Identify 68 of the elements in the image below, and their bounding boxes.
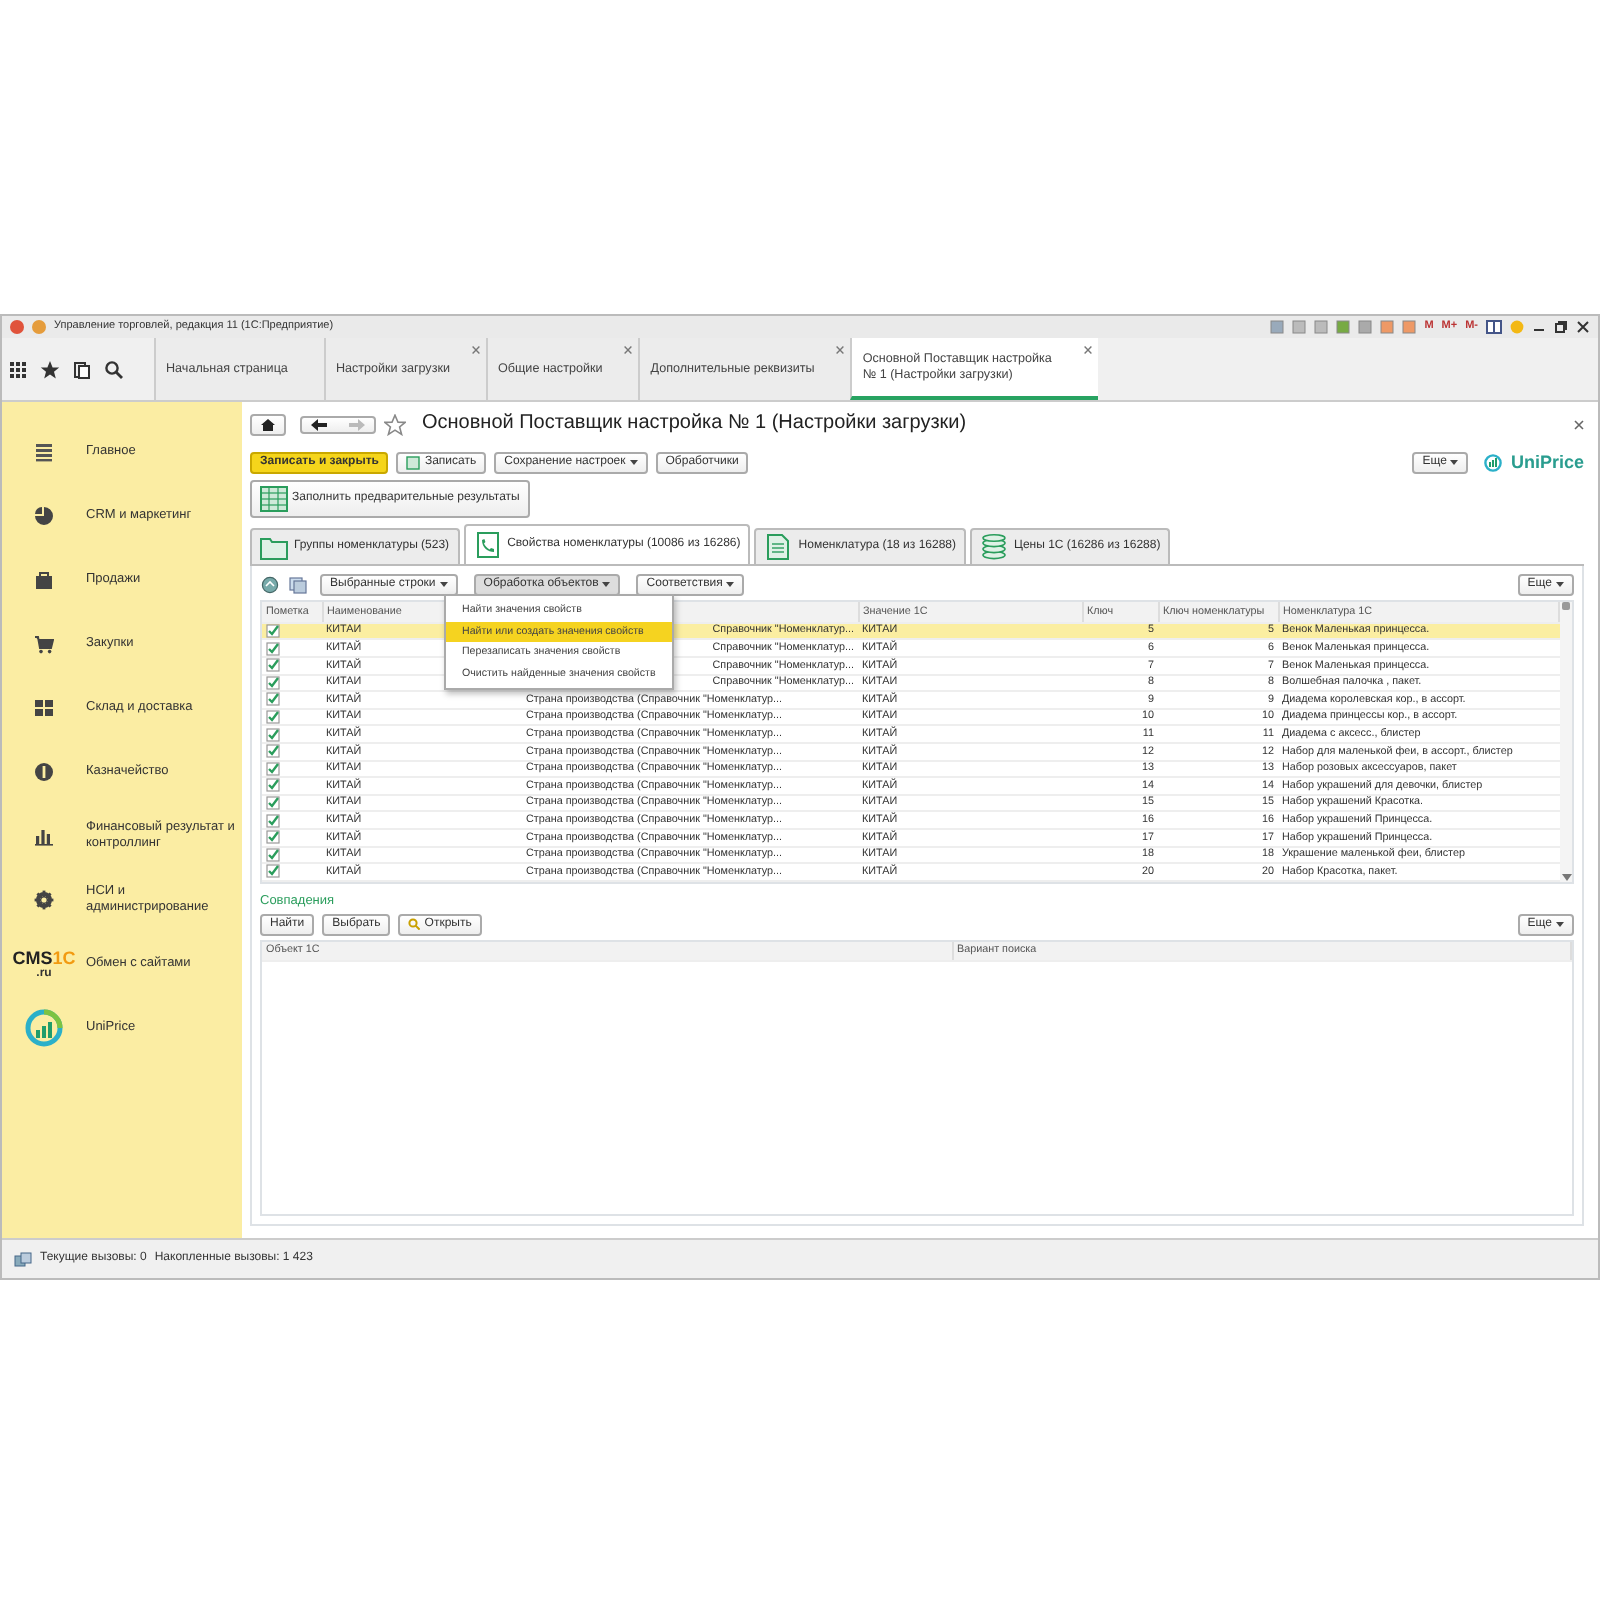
checkbox[interactable]: [266, 830, 280, 845]
scroll-thumb-icon[interactable]: [1562, 602, 1570, 611]
bars-icon[interactable]: [34, 826, 54, 846]
checkbox[interactable]: [266, 658, 280, 673]
coins-icon: [980, 534, 1009, 561]
caret-icon: [1556, 921, 1564, 928]
logo-text: CMS: [12, 947, 53, 967]
cart-icon[interactable]: [34, 634, 54, 654]
home-button[interactable]: [250, 413, 286, 435]
checkbox[interactable]: [266, 709, 280, 724]
close-icon[interactable]: [1574, 419, 1584, 429]
panel-icon[interactable]: [1486, 320, 1502, 334]
brand-name: UniPrice: [1510, 452, 1584, 474]
phone-icon: [473, 532, 502, 559]
document-icon: [764, 534, 793, 561]
forward-arrow-icon: [348, 417, 366, 431]
restore-window-icon[interactable]: [1554, 320, 1568, 334]
list-icon[interactable]: [34, 442, 54, 462]
caret-icon: [1556, 582, 1564, 589]
pie-icon[interactable]: [34, 506, 54, 526]
star-icon[interactable]: [40, 359, 60, 379]
close-icon[interactable]: [472, 346, 480, 354]
checkbox[interactable]: [266, 795, 280, 810]
checkbox[interactable]: [266, 778, 280, 793]
checkbox[interactable]: [266, 813, 280, 827]
minimize-icon[interactable]: [32, 320, 46, 334]
checkbox[interactable]: [266, 623, 280, 638]
checkbox[interactable]: [266, 761, 280, 776]
checkbox[interactable]: [266, 641, 280, 656]
spreadsheet-icon: [260, 486, 288, 513]
close-icon[interactable]: [836, 346, 845, 354]
folder-icon: [260, 534, 288, 561]
checkbox[interactable]: [266, 864, 280, 879]
grid-icon[interactable]: [34, 698, 54, 718]
close-icon[interactable]: [624, 346, 633, 354]
calls-icon[interactable]: [14, 1251, 32, 1267]
refresh-icon[interactable]: [260, 576, 280, 595]
search-icon[interactable]: [104, 359, 124, 379]
copy-icon[interactable]: [288, 576, 308, 595]
scroll-down-icon[interactable]: [1561, 873, 1571, 882]
coin-icon[interactable]: [34, 762, 54, 782]
checkbox[interactable]: [266, 675, 280, 690]
form-title: Основной Поставщик настройка № 1 (Настройки загрузки): [422, 412, 967, 436]
checkbox[interactable]: [266, 847, 280, 862]
checkbox[interactable]: [266, 727, 280, 742]
uniprice-logo-icon: [1484, 454, 1503, 473]
caret-icon: [439, 582, 448, 589]
close-icon[interactable]: [10, 320, 24, 334]
logo-text: 1C: [52, 947, 76, 967]
bag-icon[interactable]: [34, 570, 54, 590]
caret-icon: [726, 582, 735, 589]
caret-icon: [602, 582, 611, 589]
checkbox[interactable]: [266, 744, 280, 759]
close-icon[interactable]: [1084, 346, 1093, 354]
caret-icon: [1450, 460, 1459, 467]
home-icon: [260, 417, 276, 431]
close-window-icon[interactable]: [1576, 320, 1590, 334]
save-icon: [406, 456, 421, 471]
history-icon[interactable]: [72, 359, 92, 379]
checkbox[interactable]: [266, 692, 280, 707]
uniprice-logo-icon: [24, 1008, 64, 1048]
back-arrow-icon: [310, 417, 328, 431]
gear-icon[interactable]: [34, 890, 54, 910]
star-icon[interactable]: [384, 413, 406, 435]
scrollbar[interactable]: [1560, 602, 1572, 882]
caret-icon: [629, 460, 638, 467]
apps-icon[interactable]: [8, 359, 28, 379]
search-icon: [408, 918, 421, 931]
